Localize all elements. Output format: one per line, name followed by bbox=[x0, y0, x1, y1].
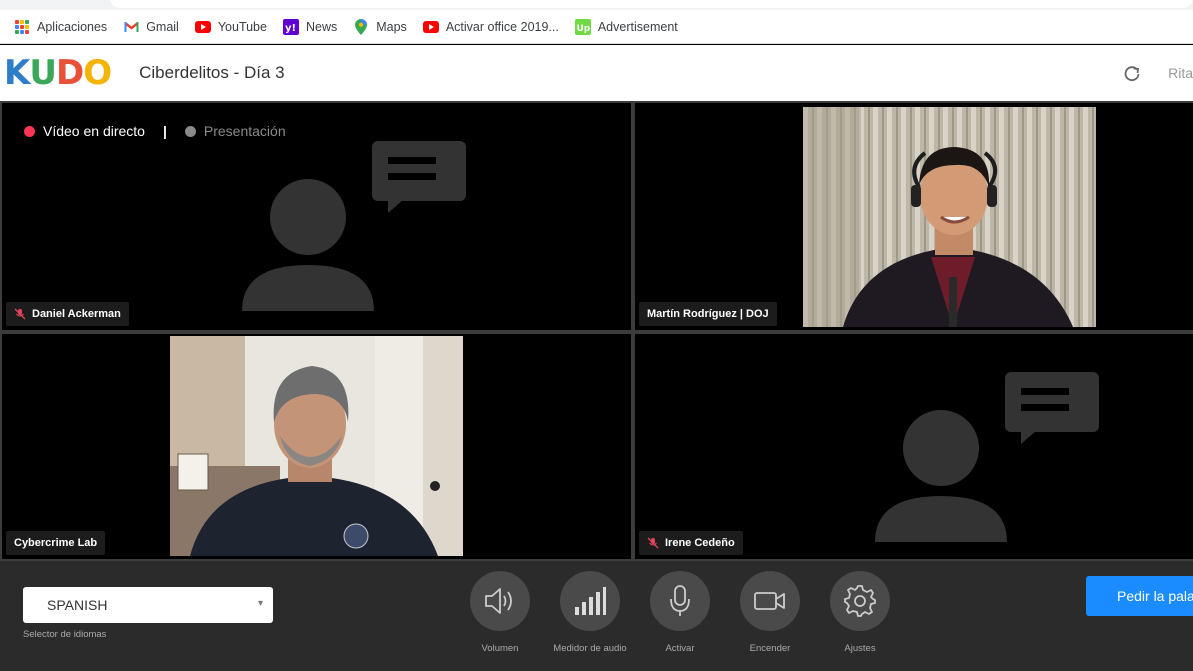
settings-label: Ajustes bbox=[844, 643, 876, 654]
activate-mic-label: Activar bbox=[665, 643, 695, 654]
avatar-placeholder-icon bbox=[242, 141, 466, 311]
user-name[interactable]: Rita bbox=[1168, 65, 1193, 81]
participant-video bbox=[803, 107, 1096, 327]
chevron-down-icon: ▾ bbox=[257, 598, 263, 609]
camera-label: Encender bbox=[749, 643, 791, 654]
address-bar[interactable] bbox=[110, 0, 1193, 8]
settings-button[interactable]: Ajustes bbox=[815, 571, 905, 654]
language-select[interactable]: SPANISH ▾ bbox=[23, 587, 273, 623]
participant-name: Cybercrime Lab bbox=[14, 537, 98, 549]
activate-mic-button[interactable]: Activar bbox=[635, 571, 725, 654]
svg-text:y!: y! bbox=[285, 23, 296, 34]
participant-name-tag: Daniel Ackerman bbox=[6, 302, 129, 326]
bookmark-maps[interactable]: Maps bbox=[353, 18, 407, 35]
mic-muted-icon bbox=[14, 308, 26, 320]
bookmark-activar-office[interactable]: Activar office 2019... bbox=[422, 19, 559, 35]
presentation-toggle[interactable]: Presentación bbox=[204, 123, 286, 139]
bookmark-advertisement[interactable]: Up Advertisement bbox=[574, 18, 678, 35]
presentation-dot bbox=[184, 125, 196, 137]
youtube-icon bbox=[194, 19, 211, 35]
youtube-icon bbox=[422, 19, 439, 35]
browser-address-bar-edge bbox=[0, 0, 1193, 10]
bookmark-news[interactable]: y! News bbox=[282, 18, 338, 35]
bookmark-label: YouTube bbox=[217, 19, 267, 34]
session-title: Ciberdelitos - Día 3 bbox=[139, 63, 285, 82]
volume-button[interactable]: Volumen bbox=[455, 571, 545, 654]
refresh-icon[interactable] bbox=[1123, 65, 1141, 83]
participant-tile[interactable]: Cybercrime Lab bbox=[2, 334, 631, 559]
bookmark-label: News bbox=[305, 19, 338, 34]
bookmark-youtube[interactable]: YouTube bbox=[194, 19, 267, 35]
gmail-icon bbox=[123, 19, 139, 35]
live-dot bbox=[24, 125, 35, 137]
gear-icon bbox=[844, 585, 876, 617]
participant-video bbox=[170, 336, 463, 556]
participant-name: Martín Rodríguez | DOJ bbox=[647, 308, 769, 320]
svg-text:Up: Up bbox=[576, 24, 590, 34]
volume-label: Volumen bbox=[481, 643, 519, 654]
bookmark-apps[interactable]: Aplicaciones bbox=[14, 19, 107, 35]
participant-name: Daniel Ackerman bbox=[32, 308, 121, 320]
language-select-caption: Selector de idiomas bbox=[23, 629, 107, 640]
microphone-icon bbox=[670, 585, 690, 616]
participant-name: Irene Cedeño bbox=[665, 537, 735, 549]
audio-meter-button[interactable]: Medidor de audio bbox=[545, 571, 635, 654]
video-stage: Vídeo en directo | Presentación Daniel A… bbox=[0, 101, 1193, 561]
camera-button[interactable]: Encender bbox=[725, 571, 815, 654]
participant-name-tag: Irene Cedeño bbox=[639, 531, 743, 555]
participant-tile[interactable]: Vídeo en directo | Presentación Daniel A… bbox=[2, 103, 631, 330]
camera-icon bbox=[754, 592, 785, 610]
control-bar: SPANISH ▾ Selector de idiomas Volumen Me… bbox=[0, 561, 1193, 671]
bookmark-label: Gmail bbox=[146, 19, 179, 34]
upwork-icon: Up bbox=[574, 18, 591, 35]
bookmarks-bar: Aplicaciones Gmail YouTube y! News Maps … bbox=[0, 10, 1193, 44]
separator: | bbox=[162, 123, 167, 139]
bookmark-label: Advertisement bbox=[597, 19, 678, 34]
participant-tile[interactable]: Irene Cedeño bbox=[635, 334, 1193, 559]
apps-grid-icon bbox=[14, 19, 30, 35]
audio-meter-label: Medidor de audio bbox=[553, 643, 627, 654]
bookmark-label: Activar office 2019... bbox=[445, 19, 559, 34]
mic-muted-icon bbox=[647, 537, 659, 549]
bookmark-label: Aplicaciones bbox=[37, 19, 108, 34]
language-value: SPANISH bbox=[47, 597, 108, 613]
participant-name-tag: Martín Rodríguez | DOJ bbox=[639, 302, 777, 326]
participant-name-tag: Cybercrime Lab bbox=[6, 531, 106, 555]
bookmark-label: Maps bbox=[376, 19, 407, 34]
participant-tile[interactable]: Martín Rodríguez | DOJ bbox=[635, 103, 1193, 330]
speaker-icon bbox=[485, 588, 512, 614]
avatar-placeholder-icon bbox=[875, 372, 1099, 542]
signal-bars-icon bbox=[575, 587, 606, 615]
bookmark-gmail[interactable]: Gmail bbox=[123, 19, 179, 35]
request-floor-button[interactable]: Pedir la pala bbox=[1086, 576, 1193, 616]
view-mode-switch: Vídeo en directo | Presentación bbox=[24, 123, 286, 139]
app-header: K U D O Ciberdelitos - Día 3 Rita bbox=[0, 45, 1193, 101]
live-video-toggle[interactable]: Vídeo en directo bbox=[43, 123, 145, 139]
maps-pin-icon bbox=[353, 18, 369, 35]
yahoo-icon: y! bbox=[282, 18, 299, 35]
kudo-logo[interactable]: K U D O bbox=[4, 56, 112, 90]
